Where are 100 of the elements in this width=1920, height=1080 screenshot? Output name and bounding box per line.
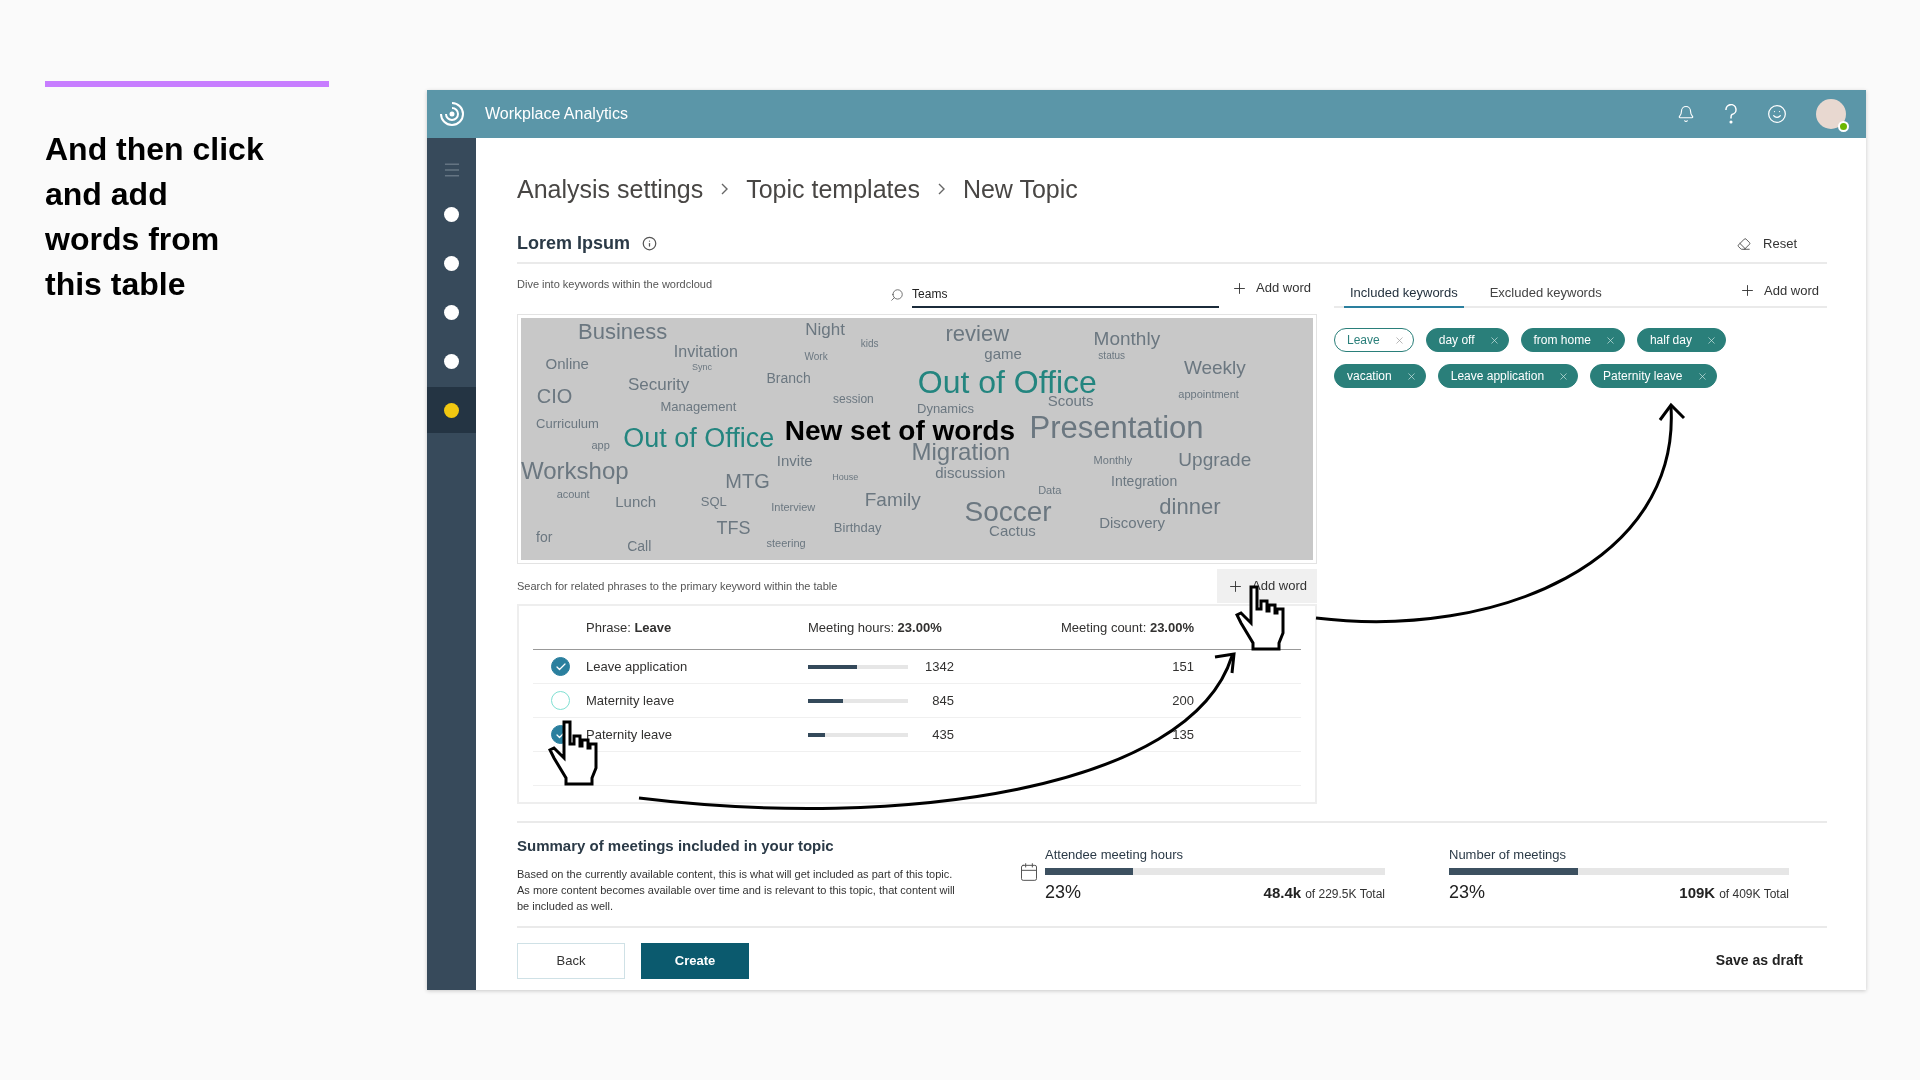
cloud-word[interactable]: TFS bbox=[716, 519, 751, 538]
avatar[interactable] bbox=[1816, 99, 1846, 129]
wordcloud-hint: Dive into keywords within the wordcloud bbox=[517, 277, 713, 292]
cloud-word[interactable]: Data bbox=[1038, 484, 1062, 496]
create-button[interactable]: Create bbox=[641, 942, 749, 979]
chevron-icon bbox=[937, 183, 945, 195]
search-icon bbox=[890, 288, 905, 302]
cloud-word[interactable]: Call bbox=[627, 539, 652, 554]
section-title: Lorem Ipsum bbox=[517, 232, 631, 255]
cloud-word[interactable]: app bbox=[591, 439, 610, 451]
metric-label: Number of meetings bbox=[1449, 846, 1568, 864]
cloud-word[interactable]: discussion bbox=[935, 464, 1006, 480]
cloud-word[interactable]: Branch bbox=[766, 370, 811, 385]
cloud-word[interactable]: review bbox=[945, 322, 1010, 345]
cloud-word[interactable]: steering bbox=[766, 537, 806, 549]
metric-label: Attendee meeting hours bbox=[1045, 846, 1185, 864]
help-icon[interactable] bbox=[1724, 104, 1738, 124]
reset-button[interactable]: Reset bbox=[1737, 233, 1797, 254]
cloud-word[interactable]: Workshop bbox=[521, 458, 629, 483]
count-cell-text: 151 bbox=[1171, 657, 1194, 676]
cloud-word[interactable]: Invite bbox=[776, 452, 813, 468]
keywords-tab[interactable]: Excluded keywords bbox=[1483, 282, 1608, 308]
sidebar-item[interactable] bbox=[427, 387, 476, 433]
back-button[interactable]: Back bbox=[517, 942, 625, 979]
metric-value: 109K bbox=[1679, 882, 1716, 903]
cloud-word[interactable]: status bbox=[1098, 351, 1126, 361]
remove-icon[interactable] bbox=[1405, 370, 1417, 382]
cloud-word[interactable]: appointment bbox=[1178, 388, 1239, 400]
remove-icon[interactable] bbox=[1488, 334, 1500, 346]
cloud-word[interactable]: Out of Office bbox=[623, 424, 775, 452]
cloud-word[interactable]: Security bbox=[627, 375, 690, 393]
eraser-icon bbox=[1737, 236, 1752, 251]
cloud-word[interactable]: Night bbox=[805, 320, 845, 338]
cloud-word[interactable]: House bbox=[832, 472, 859, 482]
phrase-cell-text: Paternity leave bbox=[586, 725, 673, 744]
cloud-word[interactable]: acount bbox=[556, 488, 590, 500]
cloud-word[interactable]: Online bbox=[545, 355, 589, 371]
cloud-word[interactable]: Management bbox=[660, 399, 737, 413]
cloud-word[interactable]: game bbox=[984, 345, 1022, 361]
keyword-chip[interactable]: Leave application bbox=[1437, 364, 1579, 388]
notifications-icon[interactable] bbox=[1677, 105, 1695, 123]
remove-icon[interactable] bbox=[1705, 334, 1717, 346]
summary-title: Summary of meetings included in your topic bbox=[517, 836, 835, 856]
cloud-word[interactable]: Lunch bbox=[615, 493, 657, 509]
keyword-chip[interactable]: half day bbox=[1636, 328, 1726, 352]
keyword-chip[interactable]: Paternity leave bbox=[1590, 364, 1717, 388]
cloud-word[interactable]: CIO bbox=[536, 386, 573, 407]
cloud-word[interactable]: kids bbox=[860, 338, 879, 349]
cloud-word[interactable]: Interview bbox=[771, 502, 816, 513]
column-header: Meeting hours: 23.00% bbox=[808, 618, 943, 637]
cloud-word[interactable]: MTG bbox=[725, 470, 770, 491]
cloud-word[interactable]: Presentation bbox=[1029, 411, 1204, 443]
cloud-word[interactable]: SQL bbox=[700, 494, 727, 508]
phrase-cell-text: Maternity leave bbox=[586, 691, 676, 710]
cloud-word[interactable]: Monthly bbox=[1093, 454, 1133, 466]
cloud-word[interactable]: Weekly bbox=[1183, 357, 1246, 377]
search-field[interactable]: Teams bbox=[912, 282, 1220, 308]
hours-cell-text: 435 bbox=[931, 725, 954, 744]
breadcrumb-item: New Topic bbox=[962, 174, 1078, 205]
cloud-word[interactable]: Business bbox=[578, 320, 668, 343]
cloud-word[interactable]: Work bbox=[804, 352, 828, 363]
table-hint: Search for related phrases to the primary keyword within the table bbox=[517, 578, 838, 594]
cloud-word[interactable]: Curriculum bbox=[536, 416, 599, 430]
cloud-word[interactable]: Migration bbox=[911, 440, 1011, 465]
cloud-word[interactable]: Scouts bbox=[1047, 392, 1094, 408]
metric-percent: 23% bbox=[1045, 880, 1082, 904]
keyword-chip[interactable]: from home bbox=[1520, 328, 1625, 352]
cloud-word[interactable]: Dynamics bbox=[917, 401, 975, 415]
cloud-word[interactable]: Integration bbox=[1111, 473, 1178, 488]
summary-description: Based on the currently available content, this is what will get included as part of this topic. As more content becomes available over time and is relevant to this topic, that content will be included as well. bbox=[517, 866, 956, 914]
save-draft-button[interactable]: Save as draft bbox=[1715, 950, 1803, 971]
remove-icon[interactable] bbox=[1558, 370, 1570, 382]
cloud-word[interactable]: Monthly bbox=[1093, 328, 1161, 348]
count-cell-text: 135 bbox=[1171, 725, 1194, 744]
row-checkbox[interactable] bbox=[551, 657, 570, 676]
info-icon[interactable] bbox=[642, 236, 658, 251]
add-word-button[interactable]: Add word bbox=[1225, 276, 1317, 300]
keywords-tab[interactable]: Included keywords bbox=[1344, 282, 1464, 308]
cloud-word[interactable]: for bbox=[536, 529, 553, 544]
column-header: Phrase: Leave bbox=[586, 618, 673, 637]
cloud-word[interactable]: Family bbox=[864, 489, 921, 509]
feedback-icon[interactable] bbox=[1767, 104, 1787, 124]
add-word-button[interactable]: Add word bbox=[1739, 280, 1819, 300]
breadcrumb-item[interactable]: Topic templates bbox=[746, 172, 920, 206]
keyword-chip[interactable]: Leave bbox=[1334, 328, 1414, 352]
keyword-chip[interactable]: day off bbox=[1425, 328, 1509, 352]
remove-icon[interactable] bbox=[1393, 334, 1405, 346]
remove-icon[interactable] bbox=[1696, 370, 1708, 382]
hours-cell-text: 845 bbox=[931, 691, 954, 710]
cloud-word[interactable]: Invitation bbox=[673, 344, 738, 361]
keyword-chip[interactable]: vacation bbox=[1334, 364, 1426, 388]
metric-value: 48.4k bbox=[1263, 882, 1302, 903]
remove-icon[interactable] bbox=[1604, 334, 1616, 346]
breadcrumb-item[interactable]: Analysis settings bbox=[517, 172, 704, 206]
cloud-word[interactable]: session bbox=[833, 392, 874, 405]
cloud-word[interactable]: Sync bbox=[692, 362, 713, 372]
metric-percent: 23% bbox=[1449, 880, 1486, 904]
cloud-word[interactable]: Upgrade bbox=[1178, 449, 1252, 469]
phrase-cell-text: Leave application bbox=[586, 657, 689, 676]
cloud-word[interactable]: Birthday bbox=[833, 520, 882, 534]
